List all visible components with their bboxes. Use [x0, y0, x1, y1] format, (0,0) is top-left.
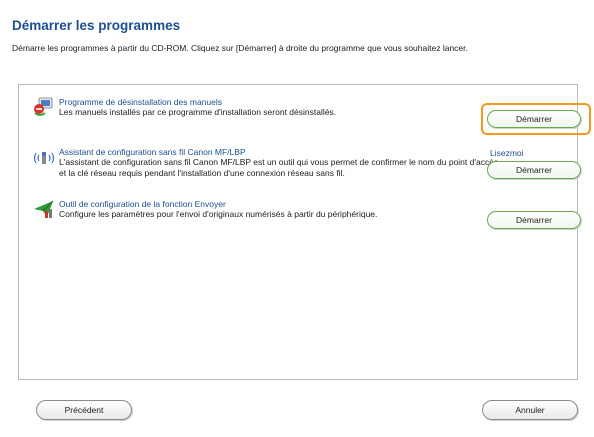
readme-link[interactable]: Lisezmoi [490, 148, 524, 158]
back-button[interactable]: Précédent [36, 400, 132, 420]
program-description: Configure les paramètres pour l'envoi d'… [59, 209, 378, 219]
program-description: Les manuels installés par ce programme d… [59, 107, 337, 117]
program-title: Outil de configuration de la fonction En… [59, 199, 226, 209]
wireless-setup-icon [33, 149, 55, 169]
program-title: Programme de désinstallation des manuels [59, 97, 223, 107]
cancel-button[interactable]: Annuler [482, 400, 578, 420]
installer-window: Démarrer les programmes Démarre les prog… [0, 0, 594, 437]
page-subtitle: Démarre les programmes à partir du CD-RO… [12, 43, 468, 53]
program-description: L'assistant de configuration sans fil Ca… [59, 157, 499, 178]
page-title: Démarrer les programmes [12, 18, 181, 33]
program-list-panel: Programme de désinstallation des manuels… [18, 84, 591, 380]
start-wireless-setup-button[interactable]: Démarrer [487, 161, 581, 179]
send-function-config-icon [33, 199, 55, 219]
start-uninstall-manuals-button[interactable]: Démarrer [487, 110, 581, 128]
program-title: Assistant de configuration sans fil Cano… [59, 147, 246, 157]
uninstall-manuals-icon [33, 97, 55, 117]
start-send-config-button[interactable]: Démarrer [487, 211, 581, 229]
